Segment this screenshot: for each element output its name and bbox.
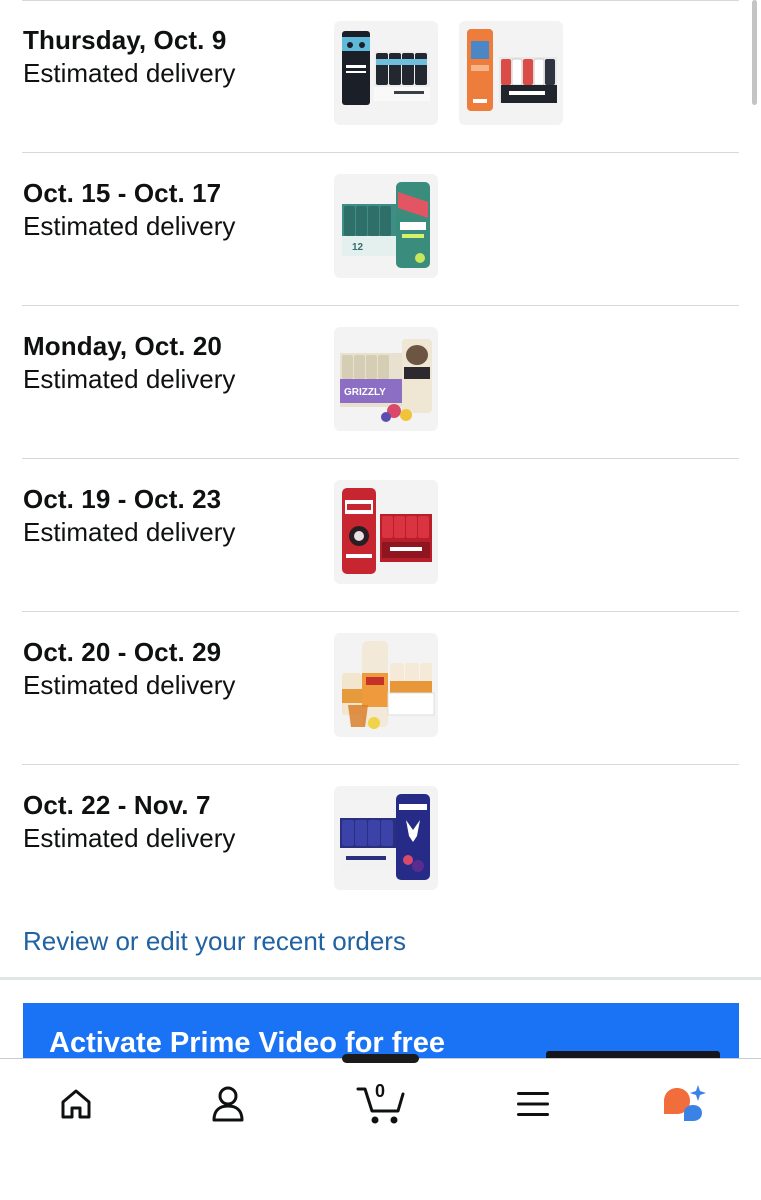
delivery-info: Thursday, Oct. 9 Estimated delivery bbox=[23, 25, 323, 90]
delivery-status: Estimated delivery bbox=[23, 364, 236, 394]
product-thumbnails bbox=[334, 633, 438, 737]
nav-assistant-button[interactable] bbox=[654, 1079, 714, 1129]
account-icon bbox=[212, 1086, 244, 1122]
svg-text:12: 12 bbox=[352, 242, 364, 253]
delivery-date: Oct. 22 - Nov. 7 bbox=[23, 790, 211, 820]
delivery-status: Estimated delivery bbox=[23, 823, 236, 853]
product-thumbnails: 12 bbox=[334, 174, 438, 278]
delivery-info: Oct. 19 - Oct. 23 Estimated delivery bbox=[23, 484, 323, 549]
delivery-group[interactable]: Monday, Oct. 20 Estimated delivery GRIZZ… bbox=[22, 306, 739, 459]
gorilla-energy-can-pack-icon[interactable]: 12 bbox=[334, 174, 438, 278]
delivery-group[interactable]: Oct. 19 - Oct. 23 Estimated delivery bbox=[22, 459, 739, 612]
svg-text:GRIZZLY: GRIZZLY bbox=[344, 387, 386, 398]
delivery-group[interactable]: Oct. 15 - Oct. 17 Estimated delivery 12 bbox=[22, 153, 739, 306]
weird-tea-can-pack-icon[interactable] bbox=[334, 480, 438, 584]
nav-cart-button[interactable]: 0 bbox=[350, 1079, 412, 1129]
delivery-date: Thursday, Oct. 9 bbox=[23, 25, 227, 55]
drag-handle[interactable] bbox=[342, 1054, 419, 1063]
nav-account-button[interactable] bbox=[198, 1079, 258, 1129]
menu-icon bbox=[517, 1092, 549, 1116]
delivery-group[interactable]: Oct. 20 - Oct. 29 Estimated delivery bbox=[22, 612, 739, 765]
grizzly-energy-can-pack-icon[interactable]: GRIZZLY bbox=[334, 327, 438, 431]
review-orders-link[interactable]: Review or edit your recent orders bbox=[23, 924, 406, 958]
delivery-date: Oct. 19 - Oct. 23 bbox=[23, 484, 222, 514]
delivery-group[interactable]: Thursday, Oct. 9 Estimated delivery bbox=[22, 0, 739, 153]
rufus-assistant-icon bbox=[664, 1085, 706, 1121]
delivery-date: Oct. 20 - Oct. 29 bbox=[23, 637, 222, 667]
delivery-info: Oct. 22 - Nov. 7 Estimated delivery bbox=[23, 790, 323, 855]
bucked-up-protein-can-pack-icon[interactable] bbox=[334, 786, 438, 890]
delivery-list: Thursday, Oct. 9 Estimated delivery Oct.… bbox=[22, 0, 739, 918]
delivery-group[interactable]: Oct. 22 - Nov. 7 Estimated delivery bbox=[22, 765, 739, 918]
nav-menu-button[interactable] bbox=[503, 1079, 563, 1129]
nav-home-button[interactable] bbox=[46, 1079, 106, 1129]
black-rifle-energy-can-pack-icon[interactable] bbox=[334, 21, 438, 125]
cart-count-badge: 0 bbox=[374, 1081, 385, 1101]
delivery-status: Estimated delivery bbox=[23, 670, 236, 700]
delivery-date: Oct. 15 - Oct. 17 bbox=[23, 178, 222, 208]
delivery-status: Estimated delivery bbox=[23, 211, 236, 241]
home-icon bbox=[61, 1089, 91, 1119]
delivery-info: Monday, Oct. 20 Estimated delivery bbox=[23, 331, 323, 396]
product-thumbnails bbox=[334, 480, 438, 584]
delivery-date: Monday, Oct. 20 bbox=[23, 331, 222, 361]
delivery-info: Oct. 15 - Oct. 17 Estimated delivery bbox=[23, 178, 323, 243]
orange-energy-can-bundle-icon[interactable] bbox=[459, 21, 563, 125]
product-thumbnails: GRIZZLY bbox=[334, 327, 438, 431]
delivery-status: Estimated delivery bbox=[23, 58, 236, 88]
product-thumbnails bbox=[334, 786, 438, 890]
scrollbar[interactable] bbox=[752, 0, 757, 105]
delivery-overview-page: Thursday, Oct. 9 Estimated delivery Oct.… bbox=[0, 0, 761, 1200]
section-divider bbox=[0, 977, 761, 980]
delivery-status: Estimated delivery bbox=[23, 517, 236, 547]
product-thumbnails bbox=[334, 21, 563, 125]
bum-energy-can-pack-icon[interactable] bbox=[334, 633, 438, 737]
delivery-info: Oct. 20 - Oct. 29 Estimated delivery bbox=[23, 637, 323, 702]
bottom-nav-bar: 0 bbox=[0, 1054, 761, 1200]
